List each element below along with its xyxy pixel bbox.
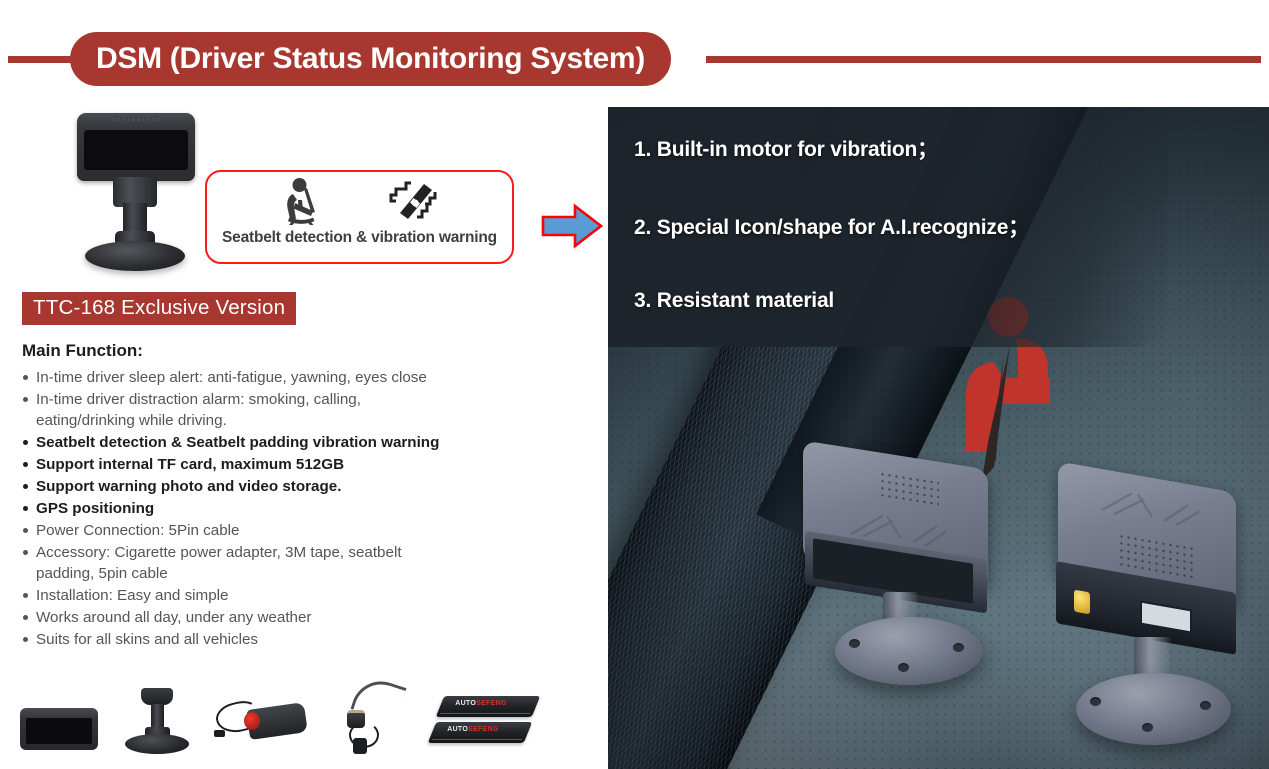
feature-list: In-time driver sleep alert: anti-fatigue… <box>22 367 542 651</box>
device-right-status-led <box>1074 589 1090 615</box>
pad-brand-white: AUTO <box>455 700 476 707</box>
overlay-point-list: 1. Built-in motor for vibration； 2. Speci… <box>634 133 1029 361</box>
header-rule-right <box>706 56 1261 63</box>
camera-body <box>77 113 195 181</box>
five-pin-cable-accessory <box>331 673 407 758</box>
left-content-panel: Seatbelt detection & vibration warning T… <box>0 95 604 769</box>
pad-brand-red: SEFENG <box>475 700 507 707</box>
camera-body-accessory <box>18 680 98 758</box>
feature-list-item: In-time driver sleep alert: anti-fatigue… <box>22 367 542 388</box>
feature-list-item: Suits for all skins and all vehicles <box>22 629 542 650</box>
feature-list-item: Seatbelt detection & Seatbelt padding vi… <box>22 432 542 453</box>
mount-bracket-accessory <box>121 680 189 758</box>
header-title-pill: DSM (Driver Status Monitoring System) <box>70 32 671 86</box>
feature-list-item: Accessory: Cigarette power adapter, 3M t… <box>22 542 542 584</box>
device-unit-left <box>803 437 1053 707</box>
accessory-strip: AUTOSEFENG AUTOSEFENG <box>18 673 541 758</box>
page-title: DSM (Driver Status Monitoring System) <box>96 42 645 75</box>
device-right-base-plate <box>1076 673 1231 745</box>
seatbelt-padding-device-photo: 1. Built-in motor for vibration； 2. Speci… <box>608 107 1269 769</box>
cigarette-power-adapter-accessory <box>212 680 308 758</box>
feature-list-item: Power Connection: 5Pin cable <box>22 520 542 541</box>
seatbelt-padding-accessory: AUTOSEFENG AUTOSEFENG <box>427 680 541 758</box>
photo-text-overlay: 1. Built-in motor for vibration； 2. Speci… <box>608 107 1168 347</box>
version-badge: TTC-168 Exclusive Version <box>22 292 297 325</box>
feature-list-item: Support internal TF card, maximum 512GB <box>22 454 542 475</box>
feature-list-item: Installation: Easy and simple <box>22 585 542 606</box>
feature-list-item: GPS positioning <box>22 498 542 519</box>
version-badge-label: TTC-168 Exclusive Version <box>33 296 286 319</box>
main-function-heading: Main Function: <box>22 341 143 360</box>
vibration-belt-icon <box>388 177 440 230</box>
camera-base <box>85 241 185 271</box>
overlay-point: 1. Built-in motor for vibration； <box>634 138 938 161</box>
overlay-point: 2. Special Icon/shape for A.I.recognize； <box>634 216 1029 239</box>
feature-list-item: In-time driver distraction alarm: smokin… <box>22 389 542 431</box>
callout-icon-row <box>207 176 512 230</box>
feature-list-item: Works around all day, under any weather <box>22 607 542 628</box>
seatbelt-callout-box: Seatbelt detection & vibration warning <box>205 170 514 264</box>
camera-vent <box>113 118 161 121</box>
dsm-camera-photo <box>55 105 205 275</box>
callout-caption: Seatbelt detection & vibration warning <box>222 229 497 246</box>
overlay-point: 3. Resistant material <box>634 289 835 312</box>
flow-arrow-right <box>541 203 604 249</box>
camera-lens <box>84 130 188 170</box>
feature-list-item: Support warning photo and video storage. <box>22 476 542 497</box>
seatbelt-person-icon <box>280 177 326 230</box>
device-unit-right <box>1048 461 1269 769</box>
device-left-base-plate <box>835 617 983 685</box>
header-banner: DSM (Driver Status Monitoring System) <box>0 18 1269 86</box>
